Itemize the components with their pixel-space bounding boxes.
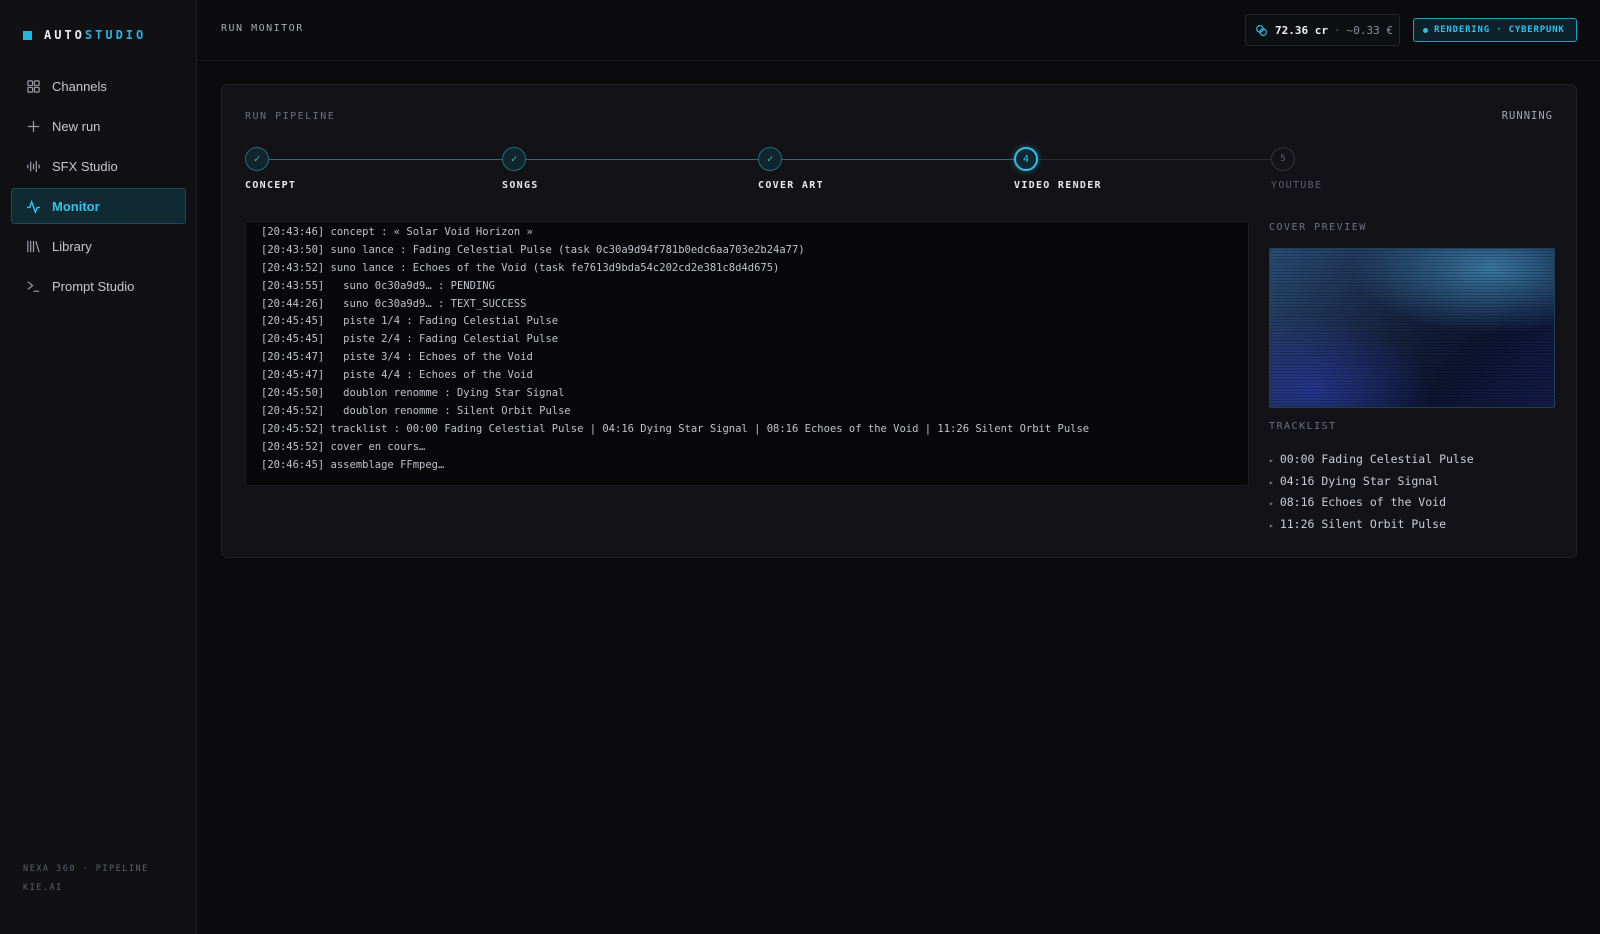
log-line: [20:45:45] piste 1/4 : Fading Celestial … xyxy=(261,315,559,328)
step-label: VIDEO RENDER xyxy=(1014,180,1102,191)
sidebar: AUTO STUDIO Channels New run SFX Studio xyxy=(0,0,197,934)
run-pipeline-card: RUN PIPELINE RUNNING ✓ CONCEPT ✓ SONGS ✓… xyxy=(221,84,1577,558)
brand-name-part2: STUDIO xyxy=(84,28,147,42)
pipeline-label: RUN PIPELINE xyxy=(245,111,336,122)
check-icon: ✓ xyxy=(245,147,269,171)
credits-value: 72.36 cr xyxy=(1275,23,1328,37)
cover-preview-image xyxy=(1269,248,1555,408)
brand-name-part1: AUTO xyxy=(44,28,85,42)
sidebar-nav: Channels New run SFX Studio Monitor Libr… xyxy=(11,68,186,308)
track-text: 11:26 Silent Orbit Pulse xyxy=(1279,516,1446,531)
credits-euro-value: ~0.33 € xyxy=(1346,23,1393,37)
sidebar-item-label: Channels xyxy=(52,78,107,94)
track-text: 04:16 Dying Star Signal xyxy=(1279,473,1440,488)
waveform-icon xyxy=(25,158,41,174)
log-line: [20:43:55] suno 0c30a9d9… : PENDING xyxy=(261,279,495,292)
check-icon: ✓ xyxy=(758,147,782,171)
page-title: RUN MONITOR xyxy=(221,23,304,34)
credits-badge[interactable]: 72.36 cr · ~0.33 € xyxy=(1245,14,1400,46)
step-connector xyxy=(782,159,1014,160)
pipeline-stepper: ✓ CONCEPT ✓ SONGS ✓ COVER ART 4 VIDEO RE… xyxy=(245,147,1565,207)
log-line: [20:45:45] piste 2/4 : Fading Celestial … xyxy=(261,333,559,346)
grid-icon xyxy=(25,78,41,94)
brand-square-icon xyxy=(23,30,32,40)
footer-line-2: KIE.AI xyxy=(23,883,63,893)
log-line: [20:45:47] piste 4/4 : Echoes of the Voi… xyxy=(261,369,533,382)
brand-logo[interactable]: AUTO STUDIO xyxy=(23,28,146,42)
sidebar-item-channels[interactable]: Channels xyxy=(11,68,186,104)
topbar: RUN MONITOR 72.36 cr · ~0.33 € RENDERING… xyxy=(197,0,1600,61)
step-connector xyxy=(526,159,758,160)
status-badge: RENDERING · CYBERPUNK xyxy=(1413,18,1577,42)
footer-line-1: NEXA 360 · PIPELINE xyxy=(23,864,149,874)
log-line: [20:45:52] cover en cours… xyxy=(261,440,426,453)
step-connector xyxy=(1038,159,1271,160)
library-icon xyxy=(25,238,41,254)
sidebar-footer: NEXA 360 · PIPELINE KIE.AI xyxy=(23,860,149,898)
log-line: [20:45:52] doublon renomme : Silent Orbi… xyxy=(261,404,571,417)
tracklist-label: TRACKLIST xyxy=(1269,421,1337,432)
sidebar-item-sfx-studio[interactable]: SFX Studio xyxy=(11,148,186,184)
step-youtube[interactable]: 5 YOUTUBE xyxy=(1271,147,1321,191)
log-line: [20:45:50] doublon renomme : Dying Star … xyxy=(261,387,565,400)
sidebar-item-prompt-studio[interactable]: Prompt Studio xyxy=(11,268,186,304)
step-video-render[interactable]: 4 VIDEO RENDER xyxy=(1014,147,1101,191)
status-text: RENDERING · CYBERPUNK xyxy=(1434,25,1565,35)
plus-icon xyxy=(25,118,41,134)
sidebar-item-label: Prompt Studio xyxy=(52,278,135,294)
terminal-icon xyxy=(25,278,41,294)
run-log-console[interactable]: [20:43:46] concept : « Solar Void Horizo… xyxy=(245,221,1249,486)
log-line: [20:43:50] suno lance : Fading Celestial… xyxy=(261,243,805,256)
bullet-icon: ▸ xyxy=(1269,456,1274,465)
list-item: ▸ 08:16 Echoes of the Void xyxy=(1269,492,1474,514)
step-label: COVER ART xyxy=(758,180,824,191)
sidebar-item-label: Library xyxy=(52,238,92,254)
pipeline-state: RUNNING xyxy=(1501,110,1553,122)
coins-icon xyxy=(1256,24,1267,36)
step-label: SONGS xyxy=(502,180,539,191)
sidebar-item-monitor[interactable]: Monitor xyxy=(11,188,186,224)
sidebar-item-label: New run xyxy=(52,118,101,134)
activity-icon xyxy=(25,198,41,214)
sidebar-item-label: Monitor xyxy=(52,198,100,214)
bullet-icon: ▸ xyxy=(1269,477,1274,487)
step-cover-art[interactable]: ✓ COVER ART xyxy=(758,147,823,191)
step-number: 5 xyxy=(1271,147,1295,171)
bullet-icon: ▸ xyxy=(1269,499,1274,508)
credits-separator: · xyxy=(1333,23,1341,37)
log-line: [20:43:46] concept : « Solar Void Horizo… xyxy=(261,226,533,238)
list-item: ▸ 00:00 Fading Celestial Pulse xyxy=(1269,449,1474,471)
tracklist: ▸ 00:00 Fading Celestial Pulse ▸ 04:16 Dyi… xyxy=(1269,449,1474,535)
check-icon: ✓ xyxy=(502,147,526,171)
sidebar-item-label: SFX Studio xyxy=(52,158,118,174)
list-item: ▸ 11:26 Silent Orbit Pulse xyxy=(1269,514,1474,536)
track-text: 00:00 Fading Celestial Pulse xyxy=(1279,452,1474,466)
step-label: YOUTUBE xyxy=(1271,180,1323,191)
step-number: 4 xyxy=(1014,147,1038,171)
log-line: [20:43:52] suno lance : Echoes of the Vo… xyxy=(261,261,780,274)
step-connector xyxy=(269,159,502,160)
cover-preview-label: COVER PREVIEW xyxy=(1269,222,1367,233)
step-label: CONCEPT xyxy=(245,180,297,191)
bullet-icon: ▸ xyxy=(1269,520,1274,530)
step-concept[interactable]: ✓ CONCEPT xyxy=(245,147,295,191)
log-line: [20:46:45] assemblage FFmpeg… xyxy=(261,458,445,471)
sidebar-item-library[interactable]: Library xyxy=(11,228,186,264)
list-item: ▸ 04:16 Dying Star Signal xyxy=(1269,471,1474,493)
track-text: 08:16 Echoes of the Void xyxy=(1279,495,1446,509)
sidebar-item-new-run[interactable]: New run xyxy=(11,108,186,144)
step-songs[interactable]: ✓ SONGS xyxy=(502,147,537,191)
log-line: [20:45:47] piste 3/4 : Echoes of the Voi… xyxy=(261,351,533,364)
log-line: [20:44:26] suno 0c30a9d9… : TEXT_SUCCESS xyxy=(261,297,527,310)
log-line: [20:45:52] tracklist : 00:00 Fading Cele… xyxy=(261,422,1090,435)
status-dot-icon xyxy=(1423,27,1428,33)
